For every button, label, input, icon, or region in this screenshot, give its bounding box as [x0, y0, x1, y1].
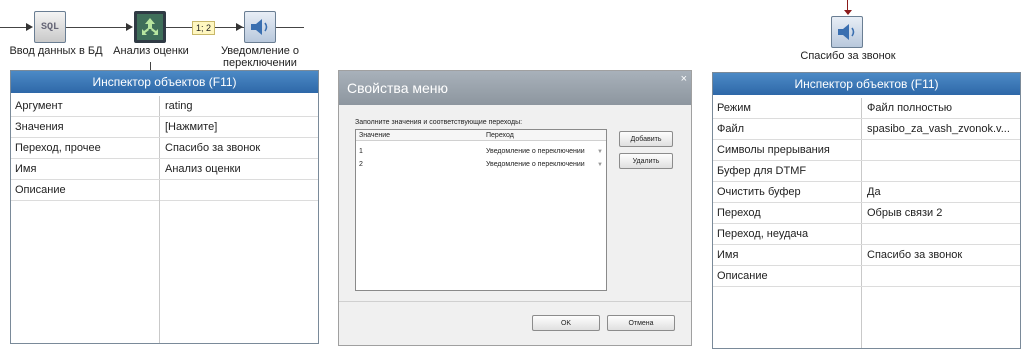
dialog-title: Свойства меню: [347, 80, 449, 96]
dialog-title-bar: Свойства меню ×: [339, 71, 691, 105]
cancel-button[interactable]: Отмена: [607, 315, 675, 331]
node-label-thanks: Спасибо за звонок: [800, 50, 896, 62]
analysis-node[interactable]: [134, 11, 166, 43]
node-label-db: Ввод данных в БД: [9, 45, 103, 57]
inspector-row[interactable]: Значения [Нажмите]: [11, 117, 318, 138]
divider: [339, 301, 691, 302]
delete-button[interactable]: Удалить: [619, 153, 673, 169]
menu-properties-dialog: Свойства меню × Заполните значения и соо…: [338, 70, 692, 346]
dialog-instruction: Заполните значения и соответствующие пер…: [355, 119, 523, 126]
inspector-title: Инспектор объектов (F11): [713, 73, 1020, 95]
inspector-row[interactable]: Имя Спасибо за звонок: [713, 245, 1020, 266]
inspector-row[interactable]: Очистить буфер Да: [713, 182, 1020, 203]
inspector-row[interactable]: Имя Анализ оценки: [11, 159, 318, 180]
sql-icon: SQL: [40, 21, 59, 33]
inspector-row[interactable]: Переход, неудача: [713, 224, 1020, 245]
thanks-node[interactable]: [831, 16, 863, 48]
chevron-down-icon[interactable]: ▼: [597, 162, 603, 168]
list-header: Значение Переход: [356, 130, 606, 141]
column-header-transition: Переход: [486, 131, 514, 139]
chevron-down-icon[interactable]: ▼: [597, 149, 603, 155]
object-inspector-left: Инспектор объектов (F11) Аргумент rating …: [10, 70, 319, 344]
branch-icon: [142, 18, 158, 35]
speaker-icon: [251, 19, 268, 35]
inspector-row[interactable]: Описание: [713, 266, 1020, 287]
node-label-notify: Уведомление о переключении: [220, 45, 300, 69]
list-item[interactable]: 2 Уведомление о переключении ▼: [356, 158, 606, 171]
object-inspector-right: Инспектор объектов (F11) Режим Файл полно…: [712, 72, 1021, 349]
inspector-row[interactable]: Переход Обрыв связи 2: [713, 203, 1020, 224]
inspector-row[interactable]: Переход, прочее Спасибо за звонок: [11, 138, 318, 159]
inspector-row[interactable]: Файл spasibo_za_vash_zvonok.v...: [713, 119, 1020, 140]
column-header-value: Значение: [359, 131, 391, 139]
speaker-icon: [838, 24, 855, 40]
edge-label: 1; 2: [192, 21, 216, 35]
inspector-row[interactable]: Режим Файл полностью: [713, 98, 1020, 119]
close-icon[interactable]: ×: [681, 73, 687, 85]
inspector-title: Инспектор объектов (F11): [11, 71, 318, 93]
add-button[interactable]: Добавить: [619, 131, 673, 147]
sql-node[interactable]: SQL: [34, 11, 66, 43]
inspector-row[interactable]: Символы прерывания: [713, 140, 1020, 161]
inspector-row[interactable]: Буфер для DTMF: [713, 161, 1020, 182]
list-item[interactable]: 1 Уведомление о переключении ▼: [356, 145, 606, 158]
inspector-row[interactable]: Аргумент rating: [11, 96, 318, 117]
notify-node[interactable]: [244, 11, 276, 43]
ok-button[interactable]: OK: [532, 315, 600, 331]
transitions-list[interactable]: Значение Переход 1 Уведомление о переклю…: [355, 129, 607, 291]
node-label-analysis: Анализ оценки: [113, 45, 189, 57]
